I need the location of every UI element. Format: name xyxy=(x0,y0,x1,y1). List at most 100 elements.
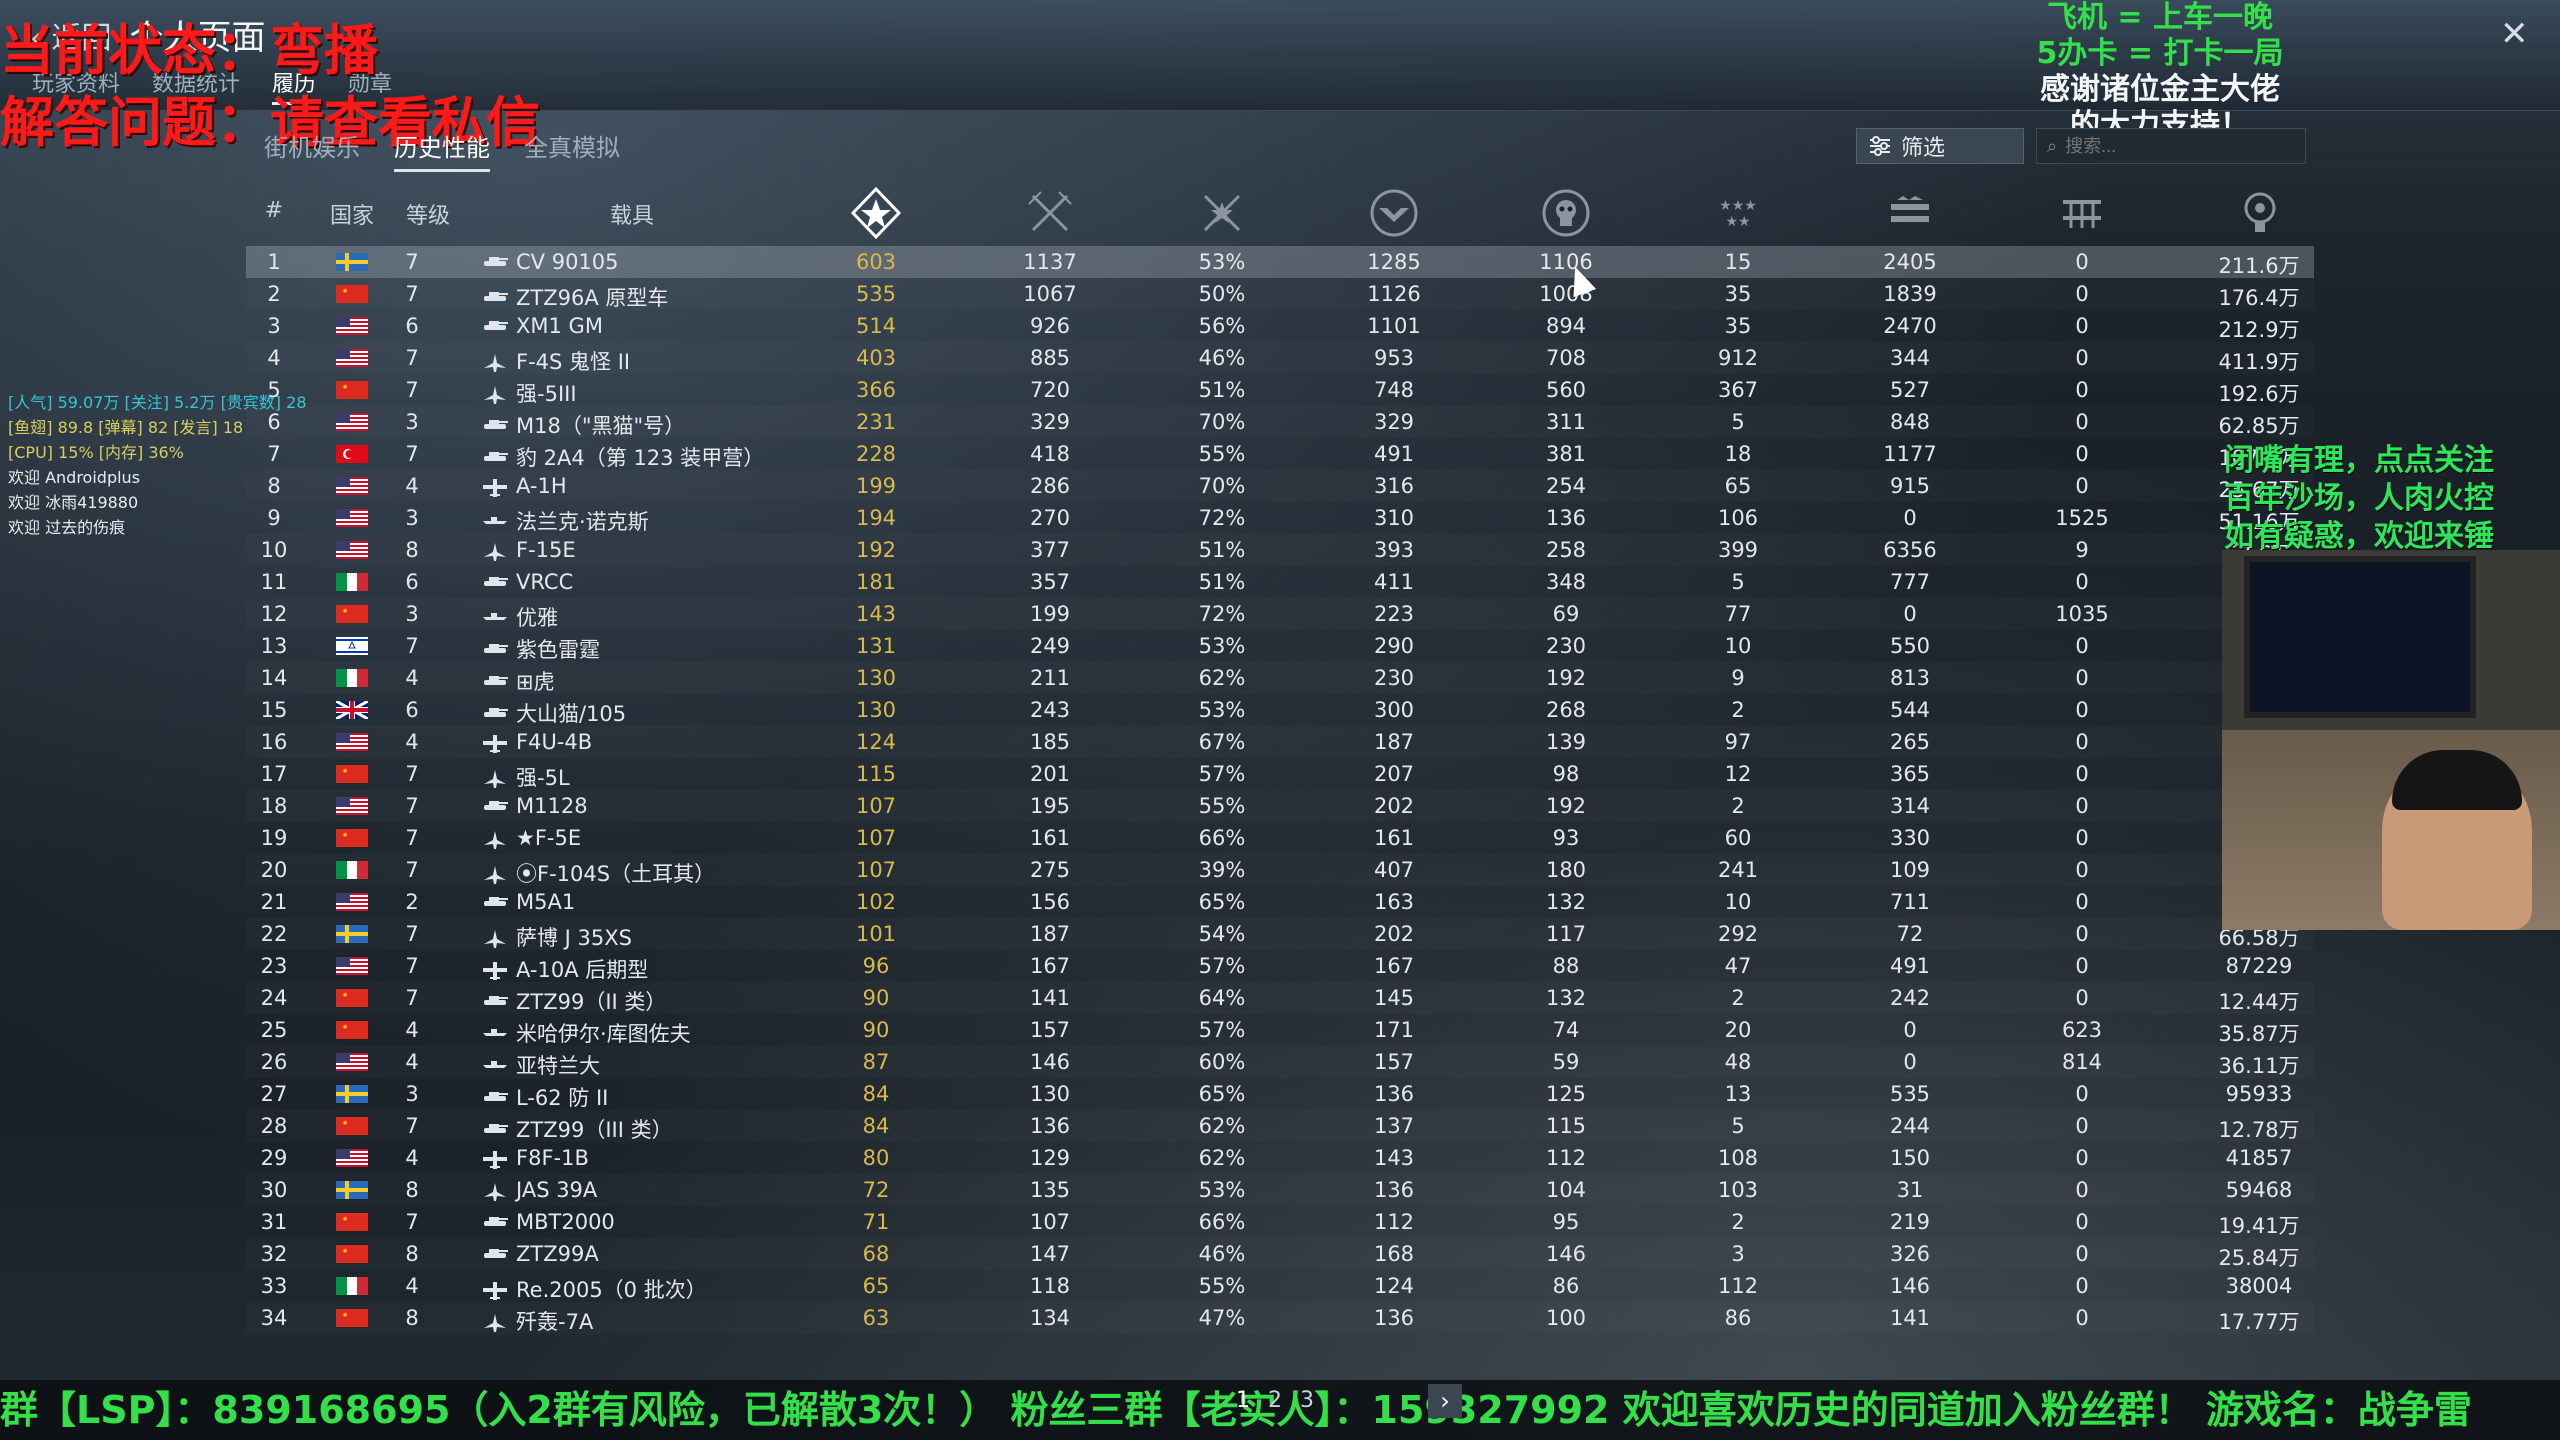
ground-kills-value: 0 xyxy=(1903,506,1917,530)
victories-value: 107 xyxy=(855,858,897,882)
row-number: 22 xyxy=(260,922,288,946)
deaths-icon[interactable] xyxy=(1530,186,1602,240)
table-row[interactable]: 3 6 XM1 GM 514 926 56% 1101 894 35 2470 0 212.9万 xyxy=(246,310,2314,342)
row-number: 14 xyxy=(260,666,288,690)
table-row[interactable]: 5 ★ 7 强-5III 366 720 51% 748 560 367 527 0 192.6万 xyxy=(246,374,2314,406)
table-row[interactable]: 137紫色雷霆13124953%29023010550050.9万 xyxy=(246,630,2314,662)
table-row[interactable]: 77豹 2A4（第 123 装甲营） 228 418 55% 491 381 18 1177 0… xyxy=(246,438,2314,470)
air-kills-value: 2 xyxy=(1731,698,1745,722)
table-row[interactable]: 17★7强-5L11520157%2079812365011.3万 xyxy=(246,758,2314,790)
search-input[interactable] xyxy=(2063,134,2288,158)
winrate-value: 51% xyxy=(1198,570,1246,594)
country-flag-icon xyxy=(336,477,368,495)
table-row[interactable]: 33 4 Re.2005（0 批次） 65 118 55% 124 86 112 146 0 3800… xyxy=(246,1270,2314,1302)
table-row[interactable]: 28 ★ 7 ZTZ99（III 类） 84 136 62% 137 115 5 244 0 12.78… xyxy=(246,1110,2314,1142)
research-value: 192.6万 xyxy=(2218,382,2300,406)
table-row[interactable]: 23 7 A-10A 后期型 96 167 57% 167 88 47 491 0 87229 xyxy=(246,950,2314,982)
air-kills-value: 86 xyxy=(1724,1306,1752,1330)
vehicle-rank: 4 xyxy=(405,1146,419,1170)
table-row[interactable]: 1 7 CV 90105 603 1137 53% 1285 1106 15 2405 0 211.6… xyxy=(246,246,2314,278)
winrate-value: 67% xyxy=(1198,730,1246,754)
battles-value: 157 xyxy=(1029,1018,1071,1042)
vehicle-name: F-15E xyxy=(516,538,576,562)
close-button[interactable]: ✕ xyxy=(2500,14,2529,54)
page-2[interactable]: 2 xyxy=(1268,1388,1282,1413)
deaths-value: 93 xyxy=(1552,826,1580,850)
filter-button[interactable]: 筛选 xyxy=(1856,128,2024,164)
table-row[interactable]: 26 4 亚特兰大 87 146 60% 157 59 48 0 814 36.11万 xyxy=(246,1046,2314,1078)
country-flag-icon: ★ xyxy=(336,1021,368,1039)
search-box[interactable]: ⌕ xyxy=(2036,128,2306,164)
table-row[interactable]: 2 ★ 7 ZTZ96A 原型车 535 1067 50% 1126 1008 35 1839 0 17… xyxy=(246,278,2314,310)
naval-kills-value: 0 xyxy=(2075,1210,2089,1234)
air-kills-value: 399 xyxy=(1717,538,1759,562)
table-row[interactable]: 27 3 L-62 防 II 84 130 65% 136 125 13 535 0 95933 xyxy=(246,1078,2314,1110)
naval-kills-value: 0 xyxy=(2075,1306,2089,1330)
page-1[interactable]: 1 xyxy=(1236,1388,1250,1413)
table-row[interactable]: 22 7 萨博 J 35XS 101 187 54% 202 117 292 72 0 66.58万 xyxy=(246,918,2314,950)
table-row[interactable]: 212M5A110215665%16313210711072万 xyxy=(246,886,2314,918)
svg-text:★: ★ xyxy=(342,383,348,391)
next-page-button[interactable]: › xyxy=(1428,1384,1462,1418)
tab-simulator[interactable]: 全真模拟 xyxy=(524,128,620,172)
kills-icon[interactable] xyxy=(1014,186,1086,240)
air-kills-value: 65 xyxy=(1724,474,1752,498)
table-row[interactable]: 19★7★F-5E10716166%1619360330010.8万 xyxy=(246,822,2314,854)
winrate-icon[interactable] xyxy=(1186,186,1258,240)
table-row[interactable]: 25 ★ 4 米哈伊尔·库图佐夫 90 157 57% 171 74 20 0 623 35.87万 xyxy=(246,1014,2314,1046)
ground-kills-icon[interactable] xyxy=(1874,186,1946,240)
vehicle-type-icon xyxy=(482,705,508,721)
vehicle-rank: 7 xyxy=(405,634,419,658)
table-row[interactable]: 144⊞虎13021162%2301929813041.0万 xyxy=(246,662,2314,694)
table-row[interactable]: 6 3 M18（"黑猫"号） 231 329 70% 329 311 5 848 0 62.85万 xyxy=(246,406,2314,438)
victories-icon[interactable] xyxy=(840,186,912,240)
vehicle-type-icon xyxy=(482,673,508,689)
naval-kills-value: 1035 xyxy=(2055,602,2109,626)
table-row[interactable]: 12★3优雅14319972%22369770103538.7万 xyxy=(246,598,2314,630)
svg-text:★: ★ xyxy=(342,1311,348,1319)
table-row[interactable]: 32 ★ 8 ZTZ99A 68 147 46% 168 146 3 326 0 25.84万 xyxy=(246,1238,2314,1270)
table-row[interactable]: 108F-15E19237751%3932583996356957.6万 xyxy=(246,534,2314,566)
table-row[interactable]: 164F4U-4B12418567%18713997265051万 xyxy=(246,726,2314,758)
vehicle-name: ZTZ99（II 类） xyxy=(516,990,667,1014)
table-row[interactable]: 29 4 F8F-1B 80 129 62% 143 112 108 150 0 41857 xyxy=(246,1142,2314,1174)
table-row[interactable]: 9 3 法兰克·诺克斯 194 270 72% 310 136 106 0 1525 51.16万 xyxy=(246,502,2314,534)
air-kills-value: 2 xyxy=(1731,794,1745,818)
table-row[interactable]: 207⦿F-104S（土耳其）10727539%4071802411090160… xyxy=(246,854,2314,886)
research-icon[interactable] xyxy=(2224,186,2296,240)
row-number: 16 xyxy=(260,730,288,754)
table-row[interactable]: 187M112810719555%2021922314014.9万 xyxy=(246,790,2314,822)
naval-kills-icon[interactable] xyxy=(2046,186,2118,240)
row-number: 10 xyxy=(260,538,288,562)
vehicle-rank: 4 xyxy=(405,1050,419,1074)
table-row[interactable]: 4 7 F-4S 鬼怪 II 403 885 46% 953 708 912 344 0 411.9万 xyxy=(246,342,2314,374)
air-kills-icon[interactable]: ★★★ ★★ xyxy=(1702,186,1774,240)
table-row[interactable]: 24 ★ 7 ZTZ99（II 类） 90 141 64% 145 132 2 242 0 12.44万 xyxy=(246,982,2314,1014)
svg-text:★: ★ xyxy=(342,1119,348,1127)
country-flag-icon xyxy=(336,1149,368,1167)
missions-value: 491 xyxy=(1373,442,1415,466)
country-flag-icon xyxy=(336,701,368,719)
table-row[interactable]: 8 4 A-1H 199 286 70% 316 254 65 915 0 25.67万 xyxy=(246,470,2314,502)
svg-text:★: ★ xyxy=(342,831,348,839)
tab-realistic[interactable]: 历史性能 xyxy=(394,128,490,172)
table-row[interactable]: 156大山猫/10513024353%3002682544050.5万 xyxy=(246,694,2314,726)
vehicle-name: ZTZ99A xyxy=(516,1242,599,1266)
missions-icon[interactable] xyxy=(1358,186,1430,240)
winrate-value: 39% xyxy=(1198,858,1246,882)
air-kills-value: 367 xyxy=(1717,378,1759,402)
vehicle-rank: 8 xyxy=(405,1242,419,1266)
page-3[interactable]: 3 xyxy=(1300,1388,1314,1413)
air-kills-value: 10 xyxy=(1724,634,1752,658)
table-row[interactable]: 34 ★ 8 歼轰-7A 63 134 47% 136 100 86 141 0 17.77万 xyxy=(246,1302,2314,1334)
table-row[interactable]: 31 ★ 7 MBT2000 71 107 66% 112 95 2 219 0 19.41万 xyxy=(246,1206,2314,1238)
missions-value: 112 xyxy=(1373,1210,1415,1234)
missions-value: 168 xyxy=(1373,1242,1415,1266)
vehicle-rank: 4 xyxy=(405,1018,419,1042)
country-flag-icon xyxy=(336,317,368,335)
deaths-value: 125 xyxy=(1545,1082,1587,1106)
table-row[interactable]: 116VRCC18135751%4113485777067.4万 xyxy=(246,566,2314,598)
table-row[interactable]: 30 8 JAS 39A 72 135 53% 136 104 103 31 0 59468 xyxy=(246,1174,2314,1206)
tab-arcade[interactable]: 街机娱乐 xyxy=(264,128,360,172)
ground-kills-value: 813 xyxy=(1889,666,1931,690)
